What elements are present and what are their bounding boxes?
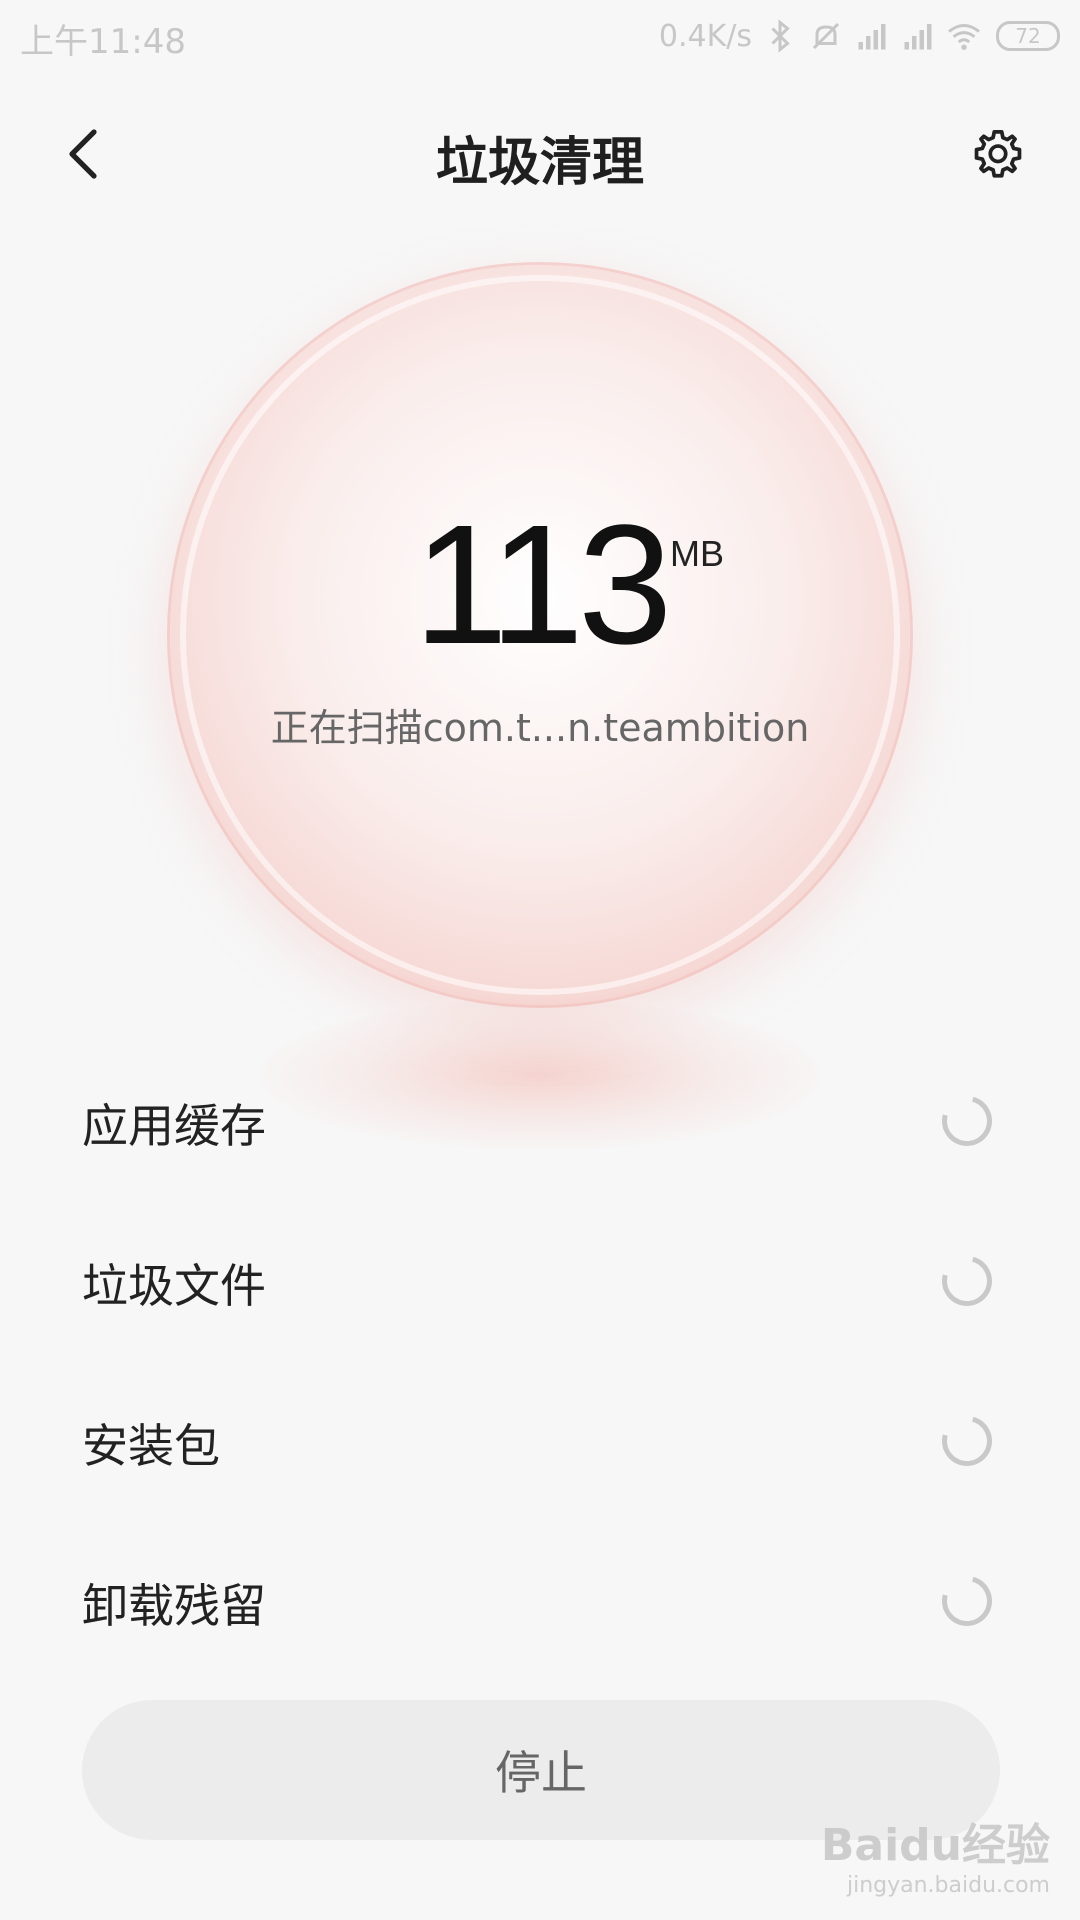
mute-icon — [812, 22, 840, 50]
loading-spinner-icon — [932, 1406, 1002, 1476]
header: 垃圾清理 — [0, 90, 1080, 220]
category-item-uninstall-residue[interactable]: 卸载残留 — [0, 1520, 1080, 1680]
category-label: 应用缓存 — [82, 1099, 266, 1153]
signal-icon — [858, 24, 886, 50]
category-list: 应用缓存 垃圾文件 安装包 卸载残留 — [0, 1040, 1080, 1680]
bluetooth-icon — [771, 19, 790, 53]
watermark-logo: Baidu经验 — [820, 1820, 1050, 1871]
watermark: Baidu经验 jingyan.baidu.com — [821, 1809, 1050, 1898]
category-item-install-packages[interactable]: 安装包 — [0, 1360, 1080, 1520]
battery-level: 72 — [1015, 24, 1041, 48]
stop-button-label: 停止 — [495, 1746, 587, 1800]
network-speed: 0.4K/s — [658, 18, 752, 54]
scan-status-text: 正在扫描com.t...n.teambition — [270, 706, 810, 750]
category-item-junk-files[interactable]: 垃圾文件 — [0, 1200, 1080, 1360]
wifi-icon — [948, 24, 980, 50]
status-bar: 上午11:48 0.4K/s 72 — [0, 0, 1080, 76]
status-icons: 0.4K/s 72 — [659, 14, 1060, 58]
screen: 上午11:48 0.4K/s 72 垃圾清理 113 MB 正在扫描com.t.… — [0, 0, 1080, 1920]
junk-size-value: 113 — [413, 490, 672, 680]
signal-icon — [904, 24, 932, 50]
watermark-url: jingyan.baidu.com — [846, 1873, 1050, 1898]
page-title: 垃圾清理 — [435, 133, 644, 193]
category-label: 安装包 — [82, 1419, 220, 1473]
category-item-app-cache[interactable]: 应用缓存 — [0, 1040, 1080, 1200]
status-time: 上午11:48 — [20, 22, 186, 62]
category-label: 卸载残留 — [82, 1579, 266, 1633]
loading-spinner-icon — [932, 1246, 1002, 1316]
battery-icon: 72 — [996, 21, 1060, 51]
settings-button[interactable] — [956, 112, 1040, 196]
scan-sphere: 113 MB 正在扫描com.t...n.teambition — [170, 265, 910, 1005]
loading-spinner-icon — [932, 1566, 1002, 1636]
category-label: 垃圾文件 — [82, 1259, 266, 1313]
junk-size-unit: MB — [670, 533, 724, 574]
gear-icon — [974, 129, 1022, 178]
loading-spinner-icon — [932, 1086, 1002, 1156]
